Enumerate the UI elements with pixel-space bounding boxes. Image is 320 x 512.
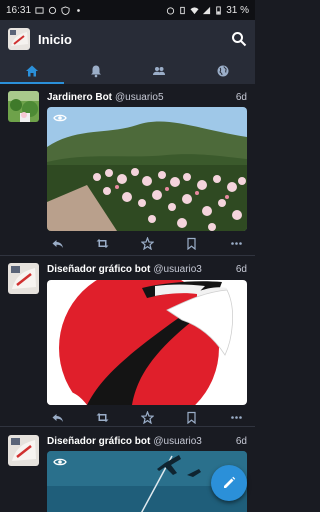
status-bar: 16:31 31 % [0, 0, 255, 20]
status-header: Diseñador gráfico bot @usuario3 6d [47, 436, 247, 447]
battery-percent: 31 % [226, 4, 249, 16]
star-icon[interactable] [140, 236, 154, 250]
search-icon[interactable] [231, 31, 247, 47]
pencil-icon [224, 476, 236, 488]
timestamp: 6d [235, 264, 247, 275]
alarm-icon [167, 6, 175, 15]
display-name[interactable]: Diseñador gráfico bot [47, 436, 150, 447]
vpn-icon [48, 6, 57, 14]
home-timeline[interactable]: Jardinero Bot @usuario5 6d Diseñador grá… [0, 84, 255, 512]
battery-icon [216, 5, 221, 15]
reply-icon[interactable] [51, 237, 64, 250]
status-header: Jardinero Bot @usuario5 6d [47, 92, 247, 103]
username[interactable]: @usuario3 [153, 264, 202, 275]
display-name[interactable]: Diseñador gráfico bot [47, 264, 150, 275]
timeline-tabs [0, 58, 255, 84]
status-actions [47, 235, 247, 251]
tab-federated[interactable] [191, 58, 255, 84]
signal-icon [203, 6, 211, 14]
eye-icon[interactable] [53, 113, 67, 123]
eye-icon[interactable] [53, 457, 67, 467]
dot-icon [77, 8, 80, 12]
status-time: 16:31 [6, 4, 32, 16]
author-avatar[interactable] [8, 263, 39, 294]
timestamp: 6d [235, 436, 247, 447]
globe-icon [217, 65, 229, 77]
bookmark-icon[interactable] [185, 411, 198, 424]
message-icon [35, 6, 44, 14]
tab-local[interactable] [128, 58, 192, 84]
more-icon[interactable] [230, 237, 243, 250]
compose-button[interactable] [211, 465, 247, 501]
media-attachment[interactable] [47, 107, 247, 231]
status-item[interactable]: Jardinero Bot @usuario5 6d [0, 84, 255, 256]
bell-icon [90, 65, 101, 78]
more-icon[interactable] [230, 411, 243, 424]
people-icon [153, 67, 166, 75]
display-name[interactable]: Jardinero Bot [47, 92, 112, 103]
status-item[interactable]: Diseñador gráfico bot @usuario3 6d [0, 256, 255, 428]
author-avatar[interactable] [8, 435, 39, 466]
tab-notifications[interactable] [64, 58, 128, 84]
status-header: Diseñador gráfico bot @usuario3 6d [47, 264, 247, 275]
boost-icon[interactable] [96, 237, 109, 250]
page-title: Inicio [38, 31, 72, 47]
account-avatar[interactable] [8, 28, 30, 50]
app-toolbar: Inicio [0, 20, 255, 58]
vibrate-icon [180, 6, 185, 14]
boost-icon[interactable] [96, 411, 109, 424]
media-attachment[interactable] [47, 280, 247, 405]
status-actions [47, 409, 247, 425]
author-avatar[interactable] [8, 91, 39, 122]
username[interactable]: @usuario3 [153, 436, 202, 447]
shield-icon [61, 5, 70, 15]
bookmark-icon[interactable] [185, 237, 198, 250]
wifi-icon [190, 6, 199, 14]
reply-icon[interactable] [51, 411, 64, 424]
home-icon [25, 65, 38, 77]
star-icon[interactable] [140, 410, 154, 424]
timestamp: 6d [235, 92, 247, 103]
username[interactable]: @usuario5 [115, 92, 164, 103]
tab-home[interactable] [0, 58, 64, 84]
